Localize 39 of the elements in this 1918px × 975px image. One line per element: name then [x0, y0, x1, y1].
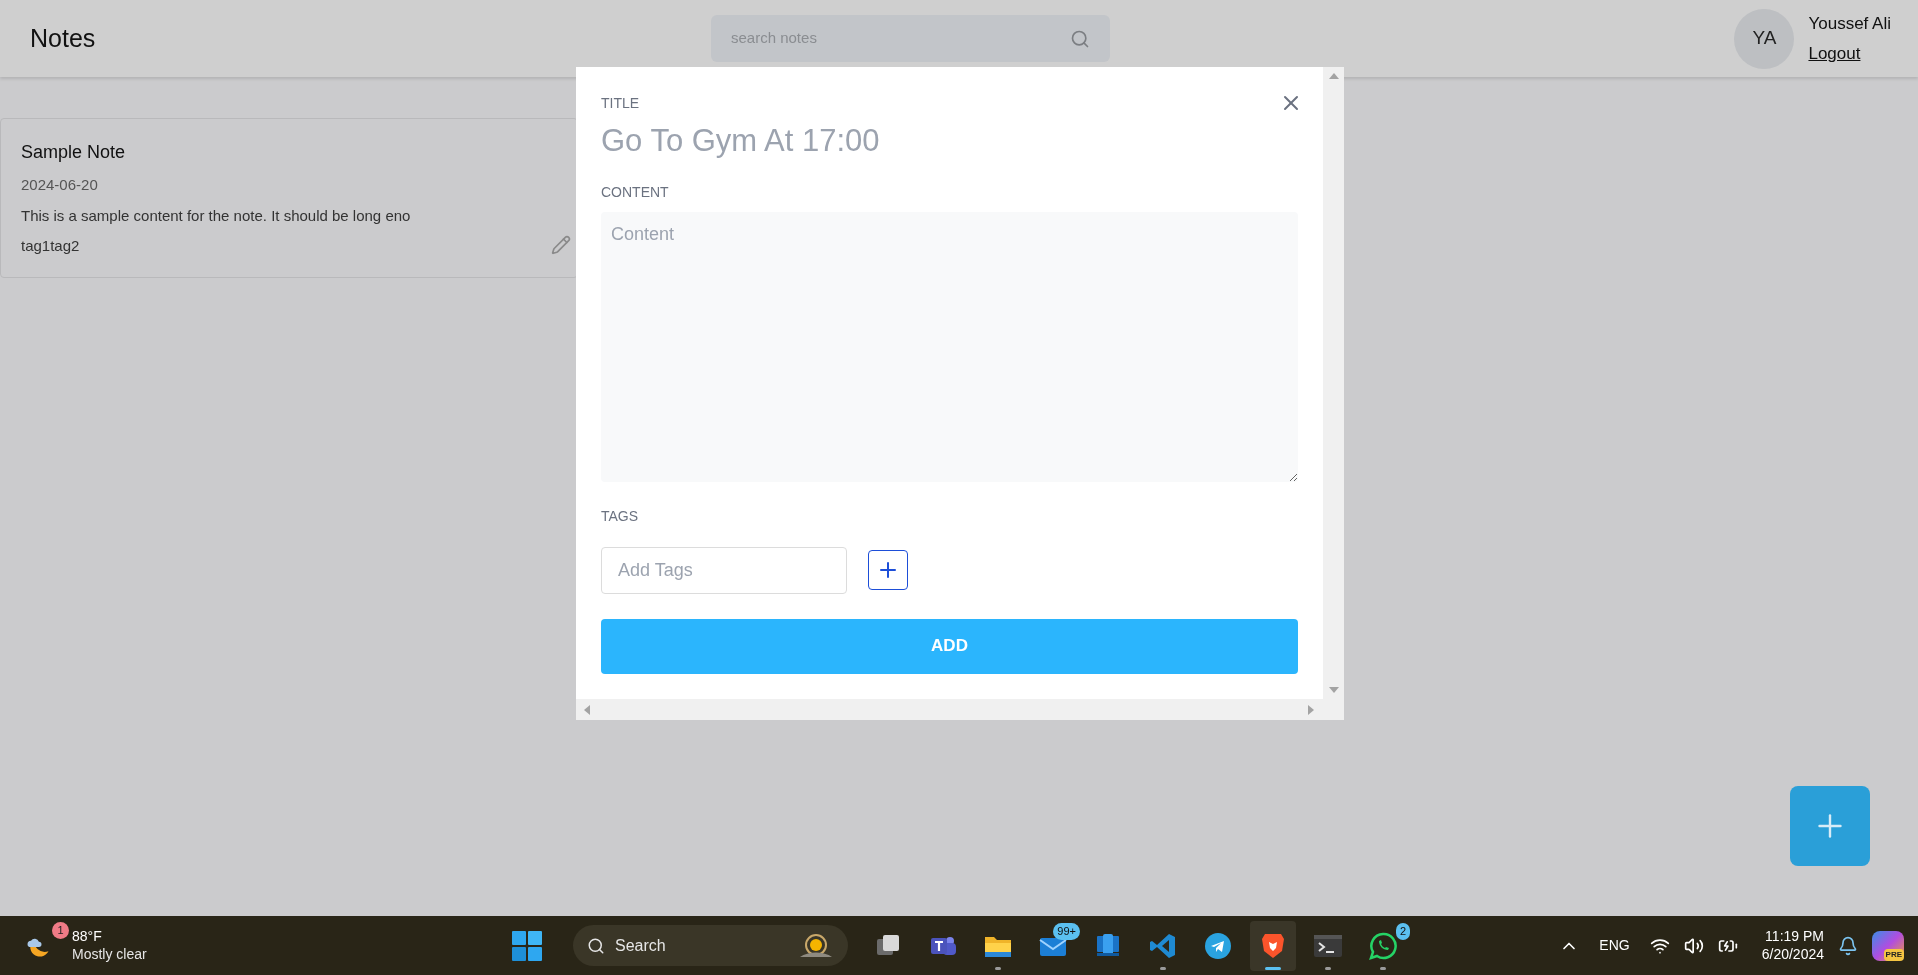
paper-plane-icon: [1204, 931, 1232, 960]
search-icon: [587, 936, 605, 955]
chat-bubble-icon: [1369, 931, 1397, 960]
note-date: 2024-06-20: [21, 175, 99, 195]
logout-link[interactable]: Logout: [1808, 40, 1891, 66]
preview-badge: PRE: [1883, 948, 1904, 961]
windows-start-icon[interactable]: [512, 930, 542, 961]
notification-badge: 1: [52, 921, 69, 939]
terminal-icon: [1313, 932, 1343, 959]
clock[interactable]: 11:19 PM 6/20/2024: [1761, 928, 1824, 963]
volume-icon[interactable]: [1683, 935, 1704, 956]
note-content: This is a sample content for the note. It should be long eno: [21, 205, 412, 226]
search-input[interactable]: search notes: [731, 27, 1051, 50]
code-editor-icon: [1149, 931, 1177, 960]
weather-condition: Mostly clear: [72, 945, 147, 963]
count-badge: 99+: [1053, 922, 1080, 940]
add-tag-button[interactable]: [868, 550, 908, 590]
taskbar-app[interactable]: [1250, 920, 1296, 971]
temperature: 88°F: [72, 928, 103, 946]
clock-date: 6/20/2024: [1761, 945, 1824, 963]
avatar: YA: [1734, 8, 1795, 69]
note-card[interactable]: Sample Note 2024-06-20 This is a sample content for the note. It should be long eno tag1tag2: [0, 118, 578, 278]
taskbar-search[interactable]: Search: [573, 925, 848, 966]
search-field[interactable]: search notes: [711, 15, 1110, 62]
field-label: TAGS: [601, 506, 639, 526]
user-name: Youssef Ali: [1808, 13, 1891, 35]
tags-input[interactable]: Add Tags: [601, 546, 847, 594]
clock-time: 11:19 PM: [1765, 928, 1824, 946]
language-indicator[interactable]: ENG: [1599, 935, 1630, 956]
count-badge: 2: [1395, 922, 1410, 940]
note-tag: tag2: [50, 235, 80, 258]
note-tag: tag1: [21, 235, 51, 258]
field-label: CONTENT: [601, 182, 669, 202]
app-title: Notes: [30, 22, 97, 54]
note-title: Sample Note: [21, 141, 127, 164]
copilot-icon[interactable]: PRE: [1872, 930, 1904, 961]
bell-icon[interactable]: [1838, 935, 1858, 956]
content-textarea[interactable]: Content: [601, 211, 1298, 482]
field-label: TITLE: [601, 94, 640, 113]
